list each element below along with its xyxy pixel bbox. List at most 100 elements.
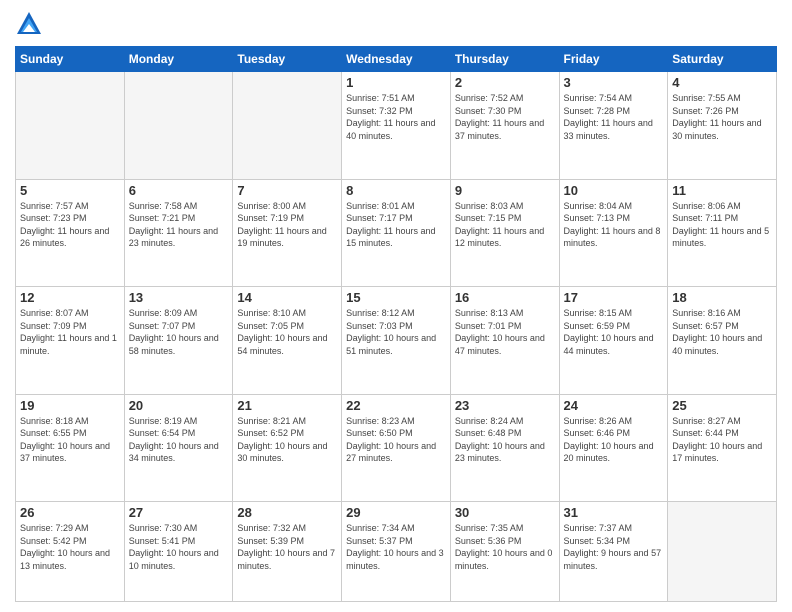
calendar-day-cell: 9Sunrise: 8:03 AM Sunset: 7:15 PM Daylig… [450, 179, 559, 287]
day-info: Sunrise: 8:16 AM Sunset: 6:57 PM Dayligh… [672, 307, 772, 357]
day-number: 13 [129, 290, 229, 305]
calendar-day-cell: 20Sunrise: 8:19 AM Sunset: 6:54 PM Dayli… [124, 394, 233, 502]
day-info: Sunrise: 8:18 AM Sunset: 6:55 PM Dayligh… [20, 415, 120, 465]
day-number: 15 [346, 290, 446, 305]
day-info: Sunrise: 7:54 AM Sunset: 7:28 PM Dayligh… [564, 92, 664, 142]
calendar-day-cell: 4 Sunrise: 7:55 AM Sunset: 7:26 PM Daylig… [668, 72, 777, 180]
day-number: 29 [346, 505, 446, 520]
day-info: Sunrise: 8:19 AM Sunset: 6:54 PM Dayligh… [129, 415, 229, 465]
calendar-day-cell: 8 Sunrise: 8:01 AM Sunset: 7:17 PM Daylig… [342, 179, 451, 287]
day-number: 28 [237, 505, 337, 520]
calendar-day-cell: 10 Sunrise: 8:04 AM Sunset: 7:13 PM Dayli… [559, 179, 668, 287]
day-number: 4 [672, 75, 772, 90]
calendar-day-cell: 2 Sunrise: 7:52 AM Sunset: 7:30 PM Daylig… [450, 72, 559, 180]
calendar-day-cell [124, 72, 233, 180]
calendar-day-cell: 15 Sunrise: 8:12 AM Sunset: 7:03 PM Dayli… [342, 287, 451, 395]
day-info: Sunrise: 8:27 AM Sunset: 6:44 PM Dayligh… [672, 415, 772, 465]
day-info: Sunrise: 8:23 AM Sunset: 6:50 PM Dayligh… [346, 415, 446, 465]
day-info: Sunrise: 8:10 AM Sunset: 7:05 PM Dayligh… [237, 307, 337, 357]
weekday-header: Thursday [450, 47, 559, 72]
calendar-week-row: 26 Sunrise: 7:29 AM Sunset: 5:42 PM Dayli… [16, 502, 777, 602]
weekday-header: Sunday [16, 47, 125, 72]
day-info: Sunrise: 7:52 AM Sunset: 7:30 PM Dayligh… [455, 92, 555, 142]
calendar-day-cell: 1 Sunrise: 7:51 AM Sunset: 7:32 PM Daylig… [342, 72, 451, 180]
day-number: 2 [455, 75, 555, 90]
calendar-week-row: 19 Sunrise: 8:18 AM Sunset: 6:55 PM Dayli… [16, 394, 777, 502]
day-info: Sunrise: 8:06 AM Sunset: 7:11 PM Dayligh… [672, 200, 772, 250]
day-info: Sunrise: 8:00 AM Sunset: 7:19 PM Dayligh… [237, 200, 337, 250]
day-info: Sunrise: 7:51 AM Sunset: 7:32 PM Dayligh… [346, 92, 446, 142]
day-number: 25 [672, 398, 772, 413]
page: SundayMondayTuesdayWednesdayThursdayFrid… [0, 0, 792, 612]
day-info: Sunrise: 7:35 AM Sunset: 5:36 PM Dayligh… [455, 522, 555, 572]
day-info: Sunrise: 8:24 AM Sunset: 6:48 PM Dayligh… [455, 415, 555, 465]
day-number: 12 [20, 290, 120, 305]
calendar-day-cell: 26 Sunrise: 7:29 AM Sunset: 5:42 PM Dayli… [16, 502, 125, 602]
calendar-day-cell: 31 Sunrise: 7:37 AM Sunset: 5:34 PM Dayli… [559, 502, 668, 602]
calendar-day-cell: 18 Sunrise: 8:16 AM Sunset: 6:57 PM Dayli… [668, 287, 777, 395]
calendar-day-cell: 22 Sunrise: 8:23 AM Sunset: 6:50 PM Dayli… [342, 394, 451, 502]
calendar-day-cell [16, 72, 125, 180]
weekday-header: Wednesday [342, 47, 451, 72]
day-number: 7 [237, 183, 337, 198]
day-number: 10 [564, 183, 664, 198]
day-number: 27 [129, 505, 229, 520]
day-number: 6 [129, 183, 229, 198]
day-info: Sunrise: 8:07 AM Sunset: 7:09 PM Dayligh… [20, 307, 120, 357]
calendar-day-cell: 11 Sunrise: 8:06 AM Sunset: 7:11 PM Dayli… [668, 179, 777, 287]
day-info: Sunrise: 8:26 AM Sunset: 6:46 PM Dayligh… [564, 415, 664, 465]
day-info: Sunrise: 8:15 AM Sunset: 6:59 PM Dayligh… [564, 307, 664, 357]
calendar-day-cell: 5 Sunrise: 7:57 AM Sunset: 7:23 PM Daylig… [16, 179, 125, 287]
day-info: Sunrise: 8:01 AM Sunset: 7:17 PM Dayligh… [346, 200, 446, 250]
day-info: Sunrise: 7:57 AM Sunset: 7:23 PM Dayligh… [20, 200, 120, 250]
day-number: 19 [20, 398, 120, 413]
weekday-header: Monday [124, 47, 233, 72]
day-info: Sunrise: 8:13 AM Sunset: 7:01 PM Dayligh… [455, 307, 555, 357]
calendar-day-cell: 16Sunrise: 8:13 AM Sunset: 7:01 PM Dayli… [450, 287, 559, 395]
calendar-week-row: 12 Sunrise: 8:07 AM Sunset: 7:09 PM Dayli… [16, 287, 777, 395]
calendar-day-cell: 30 Sunrise: 7:35 AM Sunset: 5:36 PM Dayli… [450, 502, 559, 602]
day-info: Sunrise: 7:30 AM Sunset: 5:41 PM Dayligh… [129, 522, 229, 572]
calendar-day-cell: 27 Sunrise: 7:30 AM Sunset: 5:41 PM Dayli… [124, 502, 233, 602]
day-number: 14 [237, 290, 337, 305]
day-info: Sunrise: 7:37 AM Sunset: 5:34 PM Dayligh… [564, 522, 664, 572]
calendar-day-cell: 13 Sunrise: 8:09 AM Sunset: 7:07 PM Dayli… [124, 287, 233, 395]
calendar-day-cell: 6 Sunrise: 7:58 AM Sunset: 7:21 PM Daylig… [124, 179, 233, 287]
header-row: SundayMondayTuesdayWednesdayThursdayFrid… [16, 47, 777, 72]
calendar-day-cell: 17 Sunrise: 8:15 AM Sunset: 6:59 PM Dayli… [559, 287, 668, 395]
day-number: 26 [20, 505, 120, 520]
calendar-day-cell [668, 502, 777, 602]
day-info: Sunrise: 7:32 AM Sunset: 5:39 PM Dayligh… [237, 522, 337, 572]
day-number: 22 [346, 398, 446, 413]
calendar-week-row: 5 Sunrise: 7:57 AM Sunset: 7:23 PM Daylig… [16, 179, 777, 287]
calendar-day-cell: 28 Sunrise: 7:32 AM Sunset: 5:39 PM Dayli… [233, 502, 342, 602]
day-number: 8 [346, 183, 446, 198]
header [15, 10, 777, 38]
calendar-day-cell: 14 Sunrise: 8:10 AM Sunset: 7:05 PM Dayli… [233, 287, 342, 395]
calendar-day-cell [233, 72, 342, 180]
day-number: 30 [455, 505, 555, 520]
day-info: Sunrise: 8:09 AM Sunset: 7:07 PM Dayligh… [129, 307, 229, 357]
day-info: Sunrise: 8:21 AM Sunset: 6:52 PM Dayligh… [237, 415, 337, 465]
weekday-header: Tuesday [233, 47, 342, 72]
day-info: Sunrise: 8:04 AM Sunset: 7:13 PM Dayligh… [564, 200, 664, 250]
day-number: 18 [672, 290, 772, 305]
calendar-day-cell: 12 Sunrise: 8:07 AM Sunset: 7:09 PM Dayli… [16, 287, 125, 395]
weekday-header: Friday [559, 47, 668, 72]
day-number: 1 [346, 75, 446, 90]
day-number: 11 [672, 183, 772, 198]
day-number: 23 [455, 398, 555, 413]
calendar-day-cell: 21Sunrise: 8:21 AM Sunset: 6:52 PM Dayli… [233, 394, 342, 502]
day-info: Sunrise: 7:55 AM Sunset: 7:26 PM Dayligh… [672, 92, 772, 142]
day-info: Sunrise: 8:12 AM Sunset: 7:03 PM Dayligh… [346, 307, 446, 357]
day-number: 17 [564, 290, 664, 305]
calendar-week-row: 1 Sunrise: 7:51 AM Sunset: 7:32 PM Daylig… [16, 72, 777, 180]
weekday-header: Saturday [668, 47, 777, 72]
logo [15, 10, 47, 38]
day-number: 5 [20, 183, 120, 198]
day-info: Sunrise: 7:58 AM Sunset: 7:21 PM Dayligh… [129, 200, 229, 250]
day-number: 24 [564, 398, 664, 413]
day-number: 31 [564, 505, 664, 520]
calendar-day-cell: 25 Sunrise: 8:27 AM Sunset: 6:44 PM Dayli… [668, 394, 777, 502]
day-info: Sunrise: 7:29 AM Sunset: 5:42 PM Dayligh… [20, 522, 120, 572]
